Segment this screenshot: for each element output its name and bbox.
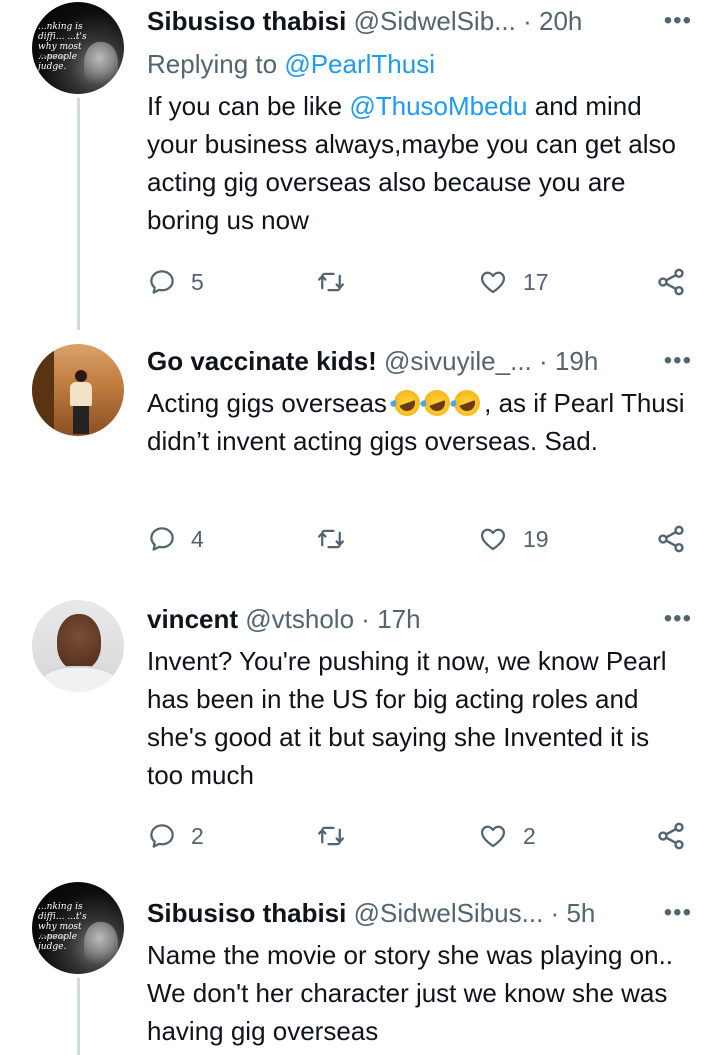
avatar-quote-signature: Carl Jung bbox=[40, 934, 65, 940]
avatar-person bbox=[75, 370, 87, 382]
reply-icon bbox=[150, 527, 174, 551]
avatar[interactable] bbox=[32, 600, 124, 692]
share-icon bbox=[658, 822, 684, 850]
separator-dot: · bbox=[550, 898, 560, 928]
tweet-text: Acting gigs overseas , as if Pearl Thusi… bbox=[147, 384, 692, 460]
like-button[interactable]: 19 bbox=[477, 519, 549, 559]
more-options-icon[interactable]: ••• bbox=[664, 892, 692, 934]
tweet-text: Name the movie or story she was playing … bbox=[147, 940, 674, 1046]
tweet-header: vincent @vtsholo · 17h ••• bbox=[147, 598, 692, 640]
reply-icon bbox=[150, 824, 174, 848]
replying-to: Replying to @PearlThusi bbox=[147, 44, 435, 84]
like-count: 2 bbox=[523, 822, 536, 849]
avatar-background bbox=[32, 344, 54, 436]
avatar-shirt bbox=[42, 666, 116, 692]
avatar-person bbox=[73, 406, 89, 434]
thread-line bbox=[77, 98, 80, 330]
share-button[interactable] bbox=[655, 519, 687, 559]
tweet-header: Sibusiso thabisi @SidwelSibus... · 5h ••… bbox=[147, 892, 692, 934]
avatar-face bbox=[57, 614, 101, 670]
share-icon bbox=[658, 268, 684, 296]
tweet-actions: 5 17 bbox=[147, 262, 692, 302]
avatar-quote-signature: Carl Jung bbox=[40, 54, 65, 60]
timestamp[interactable]: 20h bbox=[539, 6, 582, 36]
tweet-2[interactable]: Go vaccinate kids! @sivuyile_... · 19h •… bbox=[0, 330, 720, 592]
reply-button[interactable]: 5 bbox=[147, 262, 204, 302]
tweet-header: Sibusiso thabisi @SidwelSib... · 20h ••• bbox=[147, 0, 692, 42]
username[interactable]: @sivuyile_... bbox=[384, 346, 532, 376]
more-options-icon[interactable]: ••• bbox=[664, 598, 692, 640]
reply-button[interactable]: 4 bbox=[147, 519, 204, 559]
mention-link[interactable]: @ThusoMbedu bbox=[349, 91, 527, 121]
timestamp[interactable]: 19h bbox=[555, 346, 598, 376]
tweet-text: If you can be like @ThusoMbedu and mind … bbox=[147, 87, 692, 239]
replying-to-mention[interactable]: @PearlThusi bbox=[284, 49, 435, 79]
reply-count: 2 bbox=[191, 822, 204, 849]
separator-dot: · bbox=[361, 604, 370, 634]
more-options-icon[interactable]: ••• bbox=[664, 340, 692, 382]
heart-icon bbox=[480, 825, 506, 848]
more-options-icon[interactable]: ••• bbox=[664, 0, 692, 42]
retweet-button[interactable] bbox=[315, 519, 347, 559]
reply-icon bbox=[150, 270, 174, 294]
username[interactable]: @SidwelSibus... bbox=[354, 898, 544, 928]
retweet-icon bbox=[318, 826, 344, 846]
retweet-button[interactable] bbox=[315, 816, 347, 856]
tweet-3[interactable]: vincent @vtsholo · 17h ••• Invent? You'r… bbox=[0, 592, 720, 880]
retweet-icon bbox=[318, 272, 344, 292]
like-count: 17 bbox=[523, 268, 549, 295]
share-button[interactable] bbox=[655, 816, 687, 856]
tweet-text-start: If you can be like bbox=[147, 91, 343, 121]
tweet-1[interactable]: ...nking is diffi... ...t's why most ...… bbox=[0, 0, 720, 330]
tweet-actions: 4 19 bbox=[147, 519, 692, 559]
like-button[interactable]: 2 bbox=[477, 816, 536, 856]
display-name[interactable]: Go vaccinate kids! bbox=[147, 346, 377, 376]
reply-count: 4 bbox=[191, 525, 204, 552]
separator-dot: · bbox=[539, 346, 548, 376]
display-name[interactable]: Sibusiso thabisi bbox=[147, 6, 346, 36]
avatar-portrait bbox=[84, 42, 118, 88]
timestamp[interactable]: 5h bbox=[566, 898, 595, 928]
tweet-text-start: Acting gigs overseas bbox=[147, 388, 387, 418]
retweet-icon bbox=[318, 529, 344, 549]
laughing-emoji-icon bbox=[450, 386, 484, 420]
laughing-emoji-icon bbox=[420, 386, 454, 420]
tweet-text: Invent? You're pushing it now, we know P… bbox=[147, 646, 667, 790]
heart-icon bbox=[480, 528, 506, 551]
like-count: 19 bbox=[523, 525, 549, 552]
timestamp[interactable]: 17h bbox=[377, 604, 420, 634]
tweet-4[interactable]: ...nking is diffi... ...t's why most ...… bbox=[0, 880, 720, 1055]
replying-to-label: Replying to bbox=[147, 49, 278, 79]
display-name[interactable]: Sibusiso thabisi bbox=[147, 898, 346, 928]
tweet-actions: 2 2 bbox=[147, 816, 692, 856]
thread-line bbox=[77, 978, 80, 1055]
share-button[interactable] bbox=[655, 262, 687, 302]
share-icon bbox=[658, 525, 684, 553]
separator-dot: · bbox=[523, 6, 532, 36]
username[interactable]: @SidwelSib... bbox=[354, 6, 516, 36]
avatar-person bbox=[70, 382, 92, 406]
avatar[interactable] bbox=[32, 344, 124, 436]
username[interactable]: @vtsholo bbox=[245, 604, 354, 634]
tweet-header: Go vaccinate kids! @sivuyile_... · 19h •… bbox=[147, 340, 692, 382]
avatar[interactable]: ...nking is diffi... ...t's why most ...… bbox=[32, 2, 124, 94]
laughing-emoji-icon bbox=[390, 386, 424, 420]
heart-icon bbox=[480, 271, 506, 294]
display-name[interactable]: vincent bbox=[147, 604, 238, 634]
reply-button[interactable]: 2 bbox=[147, 816, 204, 856]
avatar[interactable]: ...nking is diffi... ...t's why most ...… bbox=[32, 882, 124, 974]
retweet-button[interactable] bbox=[315, 262, 347, 302]
like-button[interactable]: 17 bbox=[477, 262, 549, 302]
reply-count: 5 bbox=[191, 268, 204, 295]
avatar-portrait bbox=[84, 922, 118, 968]
